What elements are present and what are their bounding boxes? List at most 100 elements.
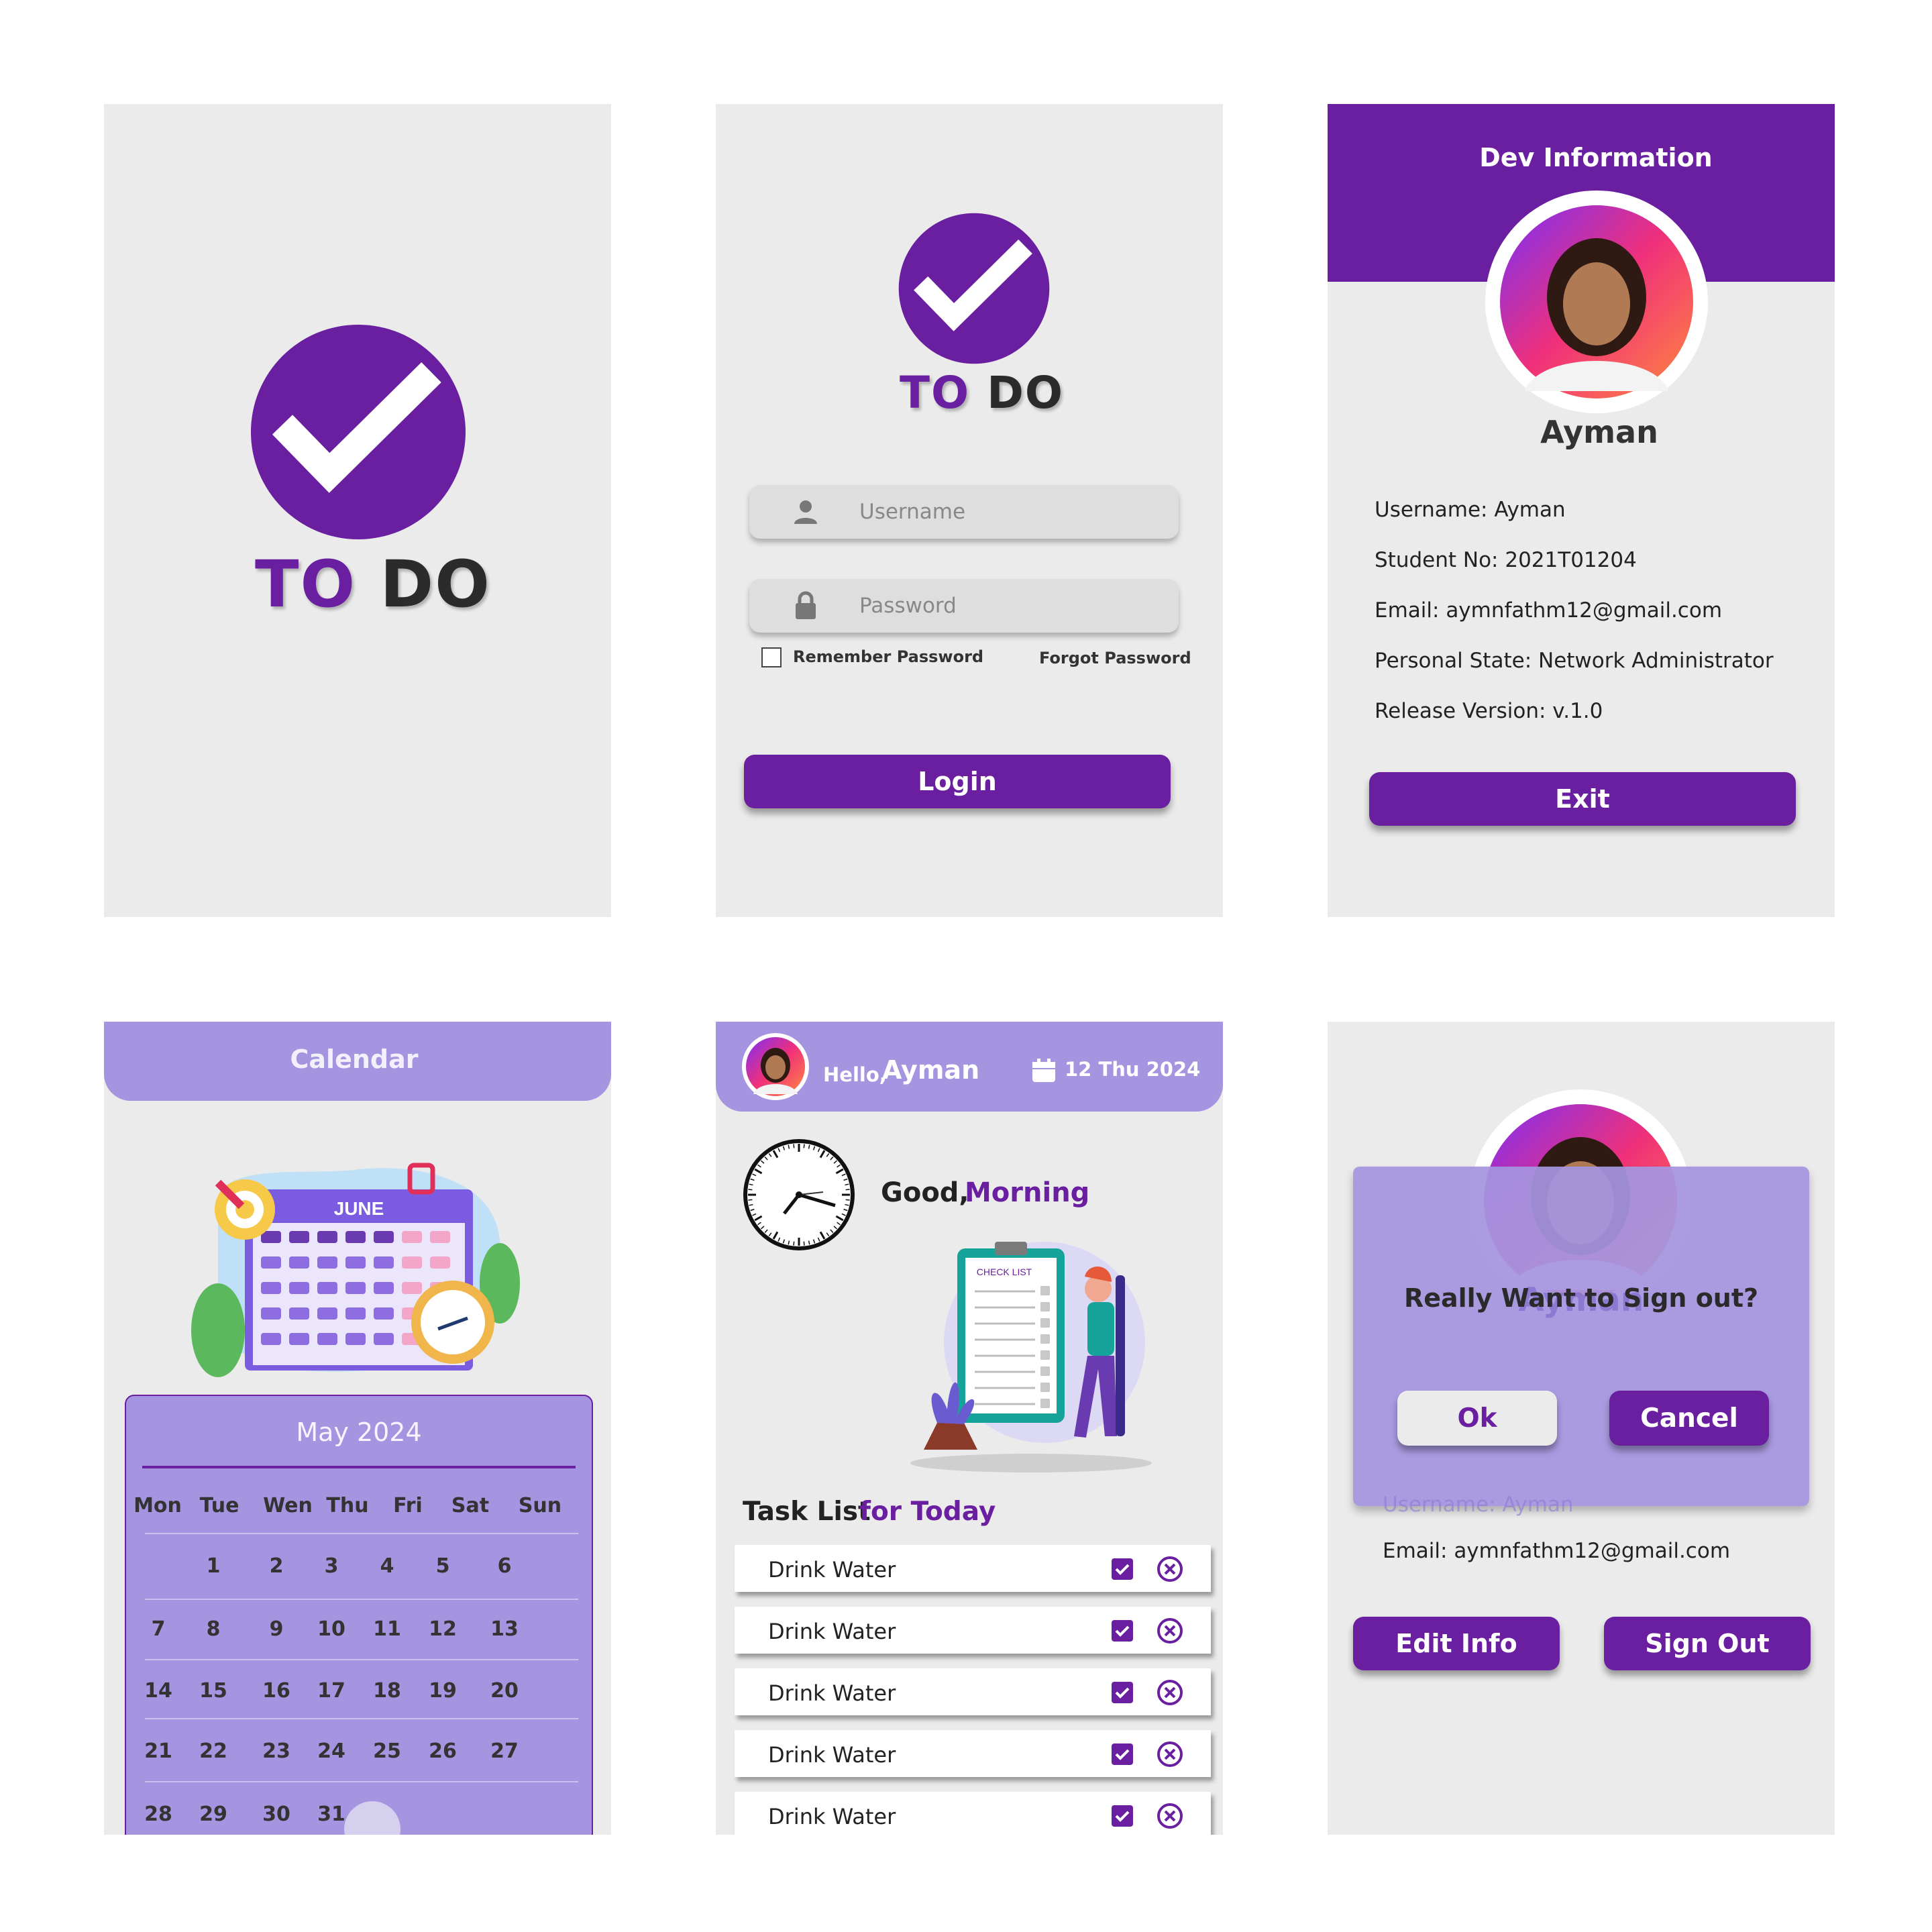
login-button[interactable]: Login (744, 755, 1171, 808)
task-title: Drink Water (768, 1742, 896, 1768)
logo-do: DO (987, 367, 1065, 419)
illustration-month-label: JUNE (334, 1198, 384, 1219)
calendar-day[interactable]: 15 (186, 1679, 240, 1703)
username-field[interactable]: Username (749, 485, 1179, 539)
weekday-wen: Wen (263, 1494, 313, 1517)
exit-button[interactable]: Exit (1369, 772, 1796, 826)
calendar-day[interactable]: 5 (416, 1554, 470, 1578)
calendar-day[interactable]: 10 (305, 1617, 358, 1641)
edit-info-button[interactable]: Edit Info (1353, 1617, 1560, 1670)
calendar-day[interactable]: 26 (416, 1739, 470, 1763)
info-value: Ayman (1494, 498, 1566, 522)
calendar-day[interactable]: 17 (305, 1679, 358, 1703)
info-row-username: Username: Ayman (1375, 498, 1566, 522)
home-screen: Hello, Ayman 12 Thu 2024 Good, Morning C… (716, 1022, 1223, 1835)
email-value: aymnfathm12@gmail.com (1454, 1539, 1731, 1563)
cancel-button[interactable]: Cancel (1609, 1391, 1769, 1446)
email-row: Email: aymnfathm12@gmail.com (1383, 1539, 1730, 1563)
calendar-day[interactable]: 3 (305, 1554, 358, 1578)
month-title: May 2024 (296, 1417, 422, 1447)
checkmark-logo-icon (251, 325, 466, 539)
calendar-day[interactable]: 7 (131, 1617, 185, 1641)
calendar-day[interactable]: 11 (360, 1617, 414, 1641)
done-checkbox-icon[interactable] (1112, 1558, 1133, 1580)
sign-out-button[interactable]: Sign Out (1604, 1617, 1811, 1670)
calendar-day[interactable]: 13 (478, 1617, 531, 1641)
task-list-title-suffix: for Today (859, 1497, 996, 1527)
done-checkbox-icon[interactable] (1112, 1805, 1133, 1827)
calendar-day[interactable]: 19 (416, 1679, 470, 1703)
calendar-day[interactable]: 16 (250, 1679, 303, 1703)
app-logo-text: TO DO (255, 547, 491, 622)
calendar-day[interactable]: 30 (250, 1803, 303, 1826)
calendar-day[interactable]: 14 (131, 1679, 185, 1703)
password-field[interactable]: Password (749, 579, 1179, 633)
splash-screen: TO DO (104, 104, 611, 917)
user-icon (794, 500, 817, 524)
delete-task-icon[interactable] (1157, 1556, 1183, 1582)
calendar-day[interactable]: 2 (250, 1554, 303, 1578)
faded-username: Username: Ayman (1383, 1493, 1574, 1517)
hello-label: Hello, (823, 1063, 887, 1086)
info-value: Network Administrator (1538, 649, 1774, 673)
done-checkbox-icon[interactable] (1112, 1743, 1133, 1765)
task-item: Drink Water (735, 1668, 1211, 1715)
week-divider (145, 1599, 578, 1600)
calendar-day[interactable]: 25 (360, 1739, 414, 1763)
email-label: Email: (1383, 1539, 1448, 1563)
done-checkbox-icon[interactable] (1112, 1620, 1133, 1642)
calendar-day[interactable]: 22 (186, 1739, 240, 1763)
checklist-illustration-icon: CHECK LIST (910, 1242, 1152, 1472)
info-label: Release Version: (1375, 699, 1546, 723)
calendar-illustration-icon: JUNE (191, 1163, 520, 1377)
weekday-sun: Sun (518, 1494, 562, 1517)
delete-task-icon[interactable] (1157, 1741, 1183, 1767)
login-screen: TO DO Username Password Remember Passwor… (716, 104, 1223, 917)
calendar-day[interactable]: 27 (478, 1739, 531, 1763)
calendar-day[interactable]: 28 (131, 1803, 185, 1826)
page-title: Dev Information (1479, 143, 1713, 172)
ok-button[interactable]: Ok (1397, 1391, 1557, 1446)
month-calendar: May 2024 Mon Tue Wen Thu Fri Sat Sun 123… (125, 1395, 593, 1835)
avatar[interactable] (741, 1032, 810, 1101)
delete-task-icon[interactable] (1157, 1680, 1183, 1705)
calendar-day[interactable]: 4 (360, 1554, 414, 1578)
page-title: Calendar (290, 1044, 419, 1074)
calendar-day[interactable]: 31 (305, 1803, 358, 1826)
calendar-day[interactable]: 6 (478, 1554, 531, 1578)
weekday-sat: Sat (451, 1494, 490, 1517)
weekday-tue: Tue (199, 1494, 239, 1517)
remember-password-label: Remember Password (793, 647, 984, 666)
weekday-thu: Thu (326, 1494, 369, 1517)
calendar-day[interactable]: 21 (131, 1739, 185, 1763)
done-checkbox-icon[interactable] (1112, 1682, 1133, 1703)
developer-name: Ayman (1540, 414, 1658, 450)
week-divider (145, 1781, 578, 1782)
delete-task-icon[interactable] (1157, 1803, 1183, 1829)
logo-to: TO (255, 547, 357, 622)
info-label: Username: (1375, 498, 1488, 522)
calendar-day[interactable]: 24 (305, 1739, 358, 1763)
calendar-day[interactable]: 12 (416, 1617, 470, 1641)
info-label: Personal State: (1375, 649, 1532, 673)
checklist-label: CHECK LIST (977, 1267, 1032, 1277)
calendar-day[interactable]: 20 (478, 1679, 531, 1703)
week-divider (145, 1718, 578, 1719)
remember-checkbox[interactable] (761, 647, 782, 667)
calendar-day[interactable]: 1 (186, 1554, 240, 1578)
calendar-icon (1032, 1059, 1055, 1082)
calendar-day[interactable]: 18 (360, 1679, 414, 1703)
info-row-email: Email: aymnfathm12@gmail.com (1375, 598, 1722, 623)
username-placeholder: Username (859, 500, 966, 524)
dev-information-screen: Dev Information Ayman Username: Ayman St… (1328, 104, 1835, 917)
calendar-day[interactable]: 9 (250, 1617, 303, 1641)
lock-icon (796, 591, 816, 619)
task-title: Drink Water (768, 1680, 896, 1706)
weekday-fri: Fri (393, 1494, 423, 1517)
task-list-title: Task List (743, 1497, 871, 1527)
calendar-day[interactable]: 23 (250, 1739, 303, 1763)
calendar-day[interactable]: 29 (186, 1803, 240, 1826)
delete-task-icon[interactable] (1157, 1618, 1183, 1644)
forgot-password-link[interactable]: Forgot Password (1039, 649, 1191, 667)
calendar-day[interactable]: 8 (186, 1617, 240, 1641)
